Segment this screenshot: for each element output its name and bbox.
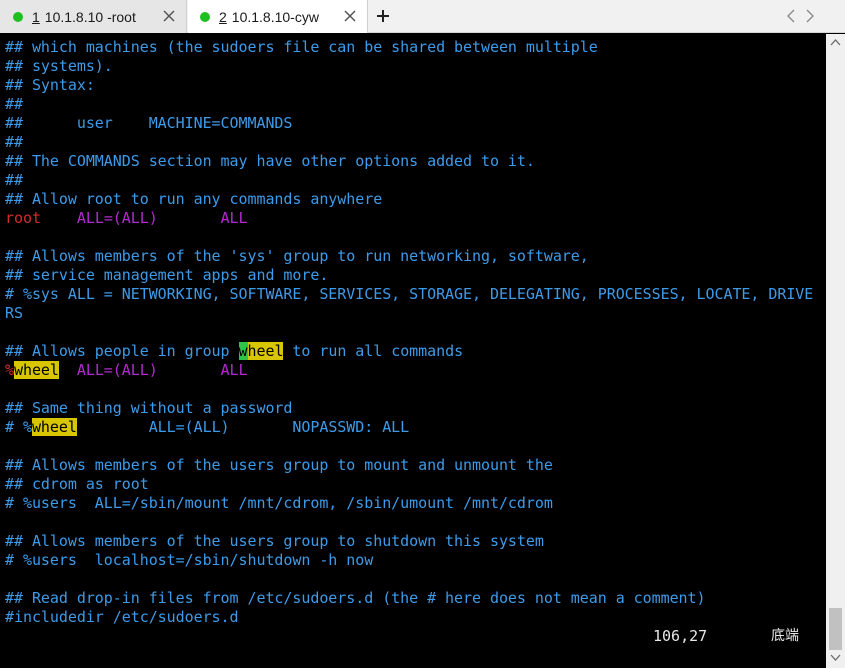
plus-icon[interactable]	[373, 6, 393, 26]
tab-session-1[interactable]: 1 10.1.8.10 -root	[0, 0, 187, 33]
text-cursor: w	[238, 342, 248, 360]
host-spec: ALL=(ALL)	[76, 209, 158, 227]
search-match: heel	[247, 342, 284, 360]
editor-line: RS	[5, 304, 23, 322]
editor-line: ## cdrom as root	[5, 475, 149, 493]
editor-line: # %users ALL=/sbin/mount /mnt/cdrom, /sb…	[5, 494, 553, 512]
command-spec: ALL	[220, 209, 248, 227]
editor-line: ##	[5, 133, 23, 151]
editor-line: ## service management apps and more.	[5, 266, 329, 284]
editor-line: # %sys ALL = NETWORKING, SOFTWARE, SERVI…	[5, 285, 814, 303]
vertical-scrollbar[interactable]	[826, 34, 845, 668]
scrollbar-track[interactable]	[829, 52, 842, 642]
editor-line: ## Allows members of the users group to …	[5, 532, 544, 550]
editor-line-root-rule: root ALL=(ALL) ALL	[5, 209, 248, 228]
scroll-down-arrow-icon[interactable]	[830, 654, 841, 662]
editor-line: ## which machines (the sudoers file can …	[5, 38, 598, 56]
editor-line: ## Allows members of the 'sys' group to …	[5, 247, 589, 265]
cursor-position: 106,27	[653, 627, 708, 645]
tab-title: 10.1.8.10 -root	[44, 8, 136, 25]
tab-session-2[interactable]: 2 10.1.8.10-cyw	[188, 0, 368, 33]
editor-line: ## Read drop-in files from /etc/sudoers.…	[5, 589, 706, 607]
connected-status-icon	[13, 11, 23, 22]
scroll-up-arrow-icon[interactable]	[830, 38, 841, 46]
search-match: wheel	[13, 361, 59, 379]
editor-line: ## user MACHINE=COMMANDS	[5, 114, 293, 132]
close-icon[interactable]	[341, 7, 359, 25]
tab-title: 10.1.8.10-cyw	[231, 8, 319, 25]
scrollbar-thumb[interactable]	[829, 608, 842, 650]
chevron-right-icon[interactable]	[804, 8, 816, 24]
tab-number: 2	[219, 8, 227, 25]
user-spec: root	[5, 209, 41, 227]
editor-line: #includedir /etc/sudoers.d	[5, 608, 239, 626]
editor-line: ## Allows members of the users group to …	[5, 456, 553, 474]
editor-line: ## Allow root to run any commands anywhe…	[5, 190, 383, 208]
editor-line: ##	[5, 171, 23, 189]
connected-status-icon	[200, 11, 210, 22]
editor-line: ##	[5, 95, 23, 113]
close-icon[interactable]	[160, 7, 178, 25]
editor-line-wheel-rule: %wheel ALL=(ALL) ALL	[5, 361, 248, 379]
editor-line: ## Syntax:	[5, 76, 95, 94]
host-spec: ALL=(ALL)	[76, 361, 158, 379]
scroll-position: 底端	[771, 628, 799, 644]
tab-number: 1	[32, 8, 40, 25]
editor-line: # %users localhost=/sbin/shutdown -h now	[5, 551, 374, 569]
editor-line-wheel-comment: ## Allows people in group wheel to run a…	[5, 342, 464, 360]
editor-line: ## The COMMANDS section may have other o…	[5, 152, 535, 170]
editor-line: ## systems).	[5, 57, 113, 75]
editor-line-wheel-nopasswd: # %wheel ALL=(ALL) NOPASSWD: ALL	[5, 418, 410, 436]
terminal-editor[interactable]: ## which machines (the sudoers file can …	[0, 34, 826, 668]
command-spec: ALL	[220, 361, 248, 379]
chevron-left-icon[interactable]	[785, 8, 797, 24]
editor-line: ## Same thing without a password	[5, 399, 293, 417]
tab-bar: 1 10.1.8.10 -root 2 10.1.8.10-cyw	[0, 0, 845, 33]
search-match: wheel	[31, 418, 77, 436]
